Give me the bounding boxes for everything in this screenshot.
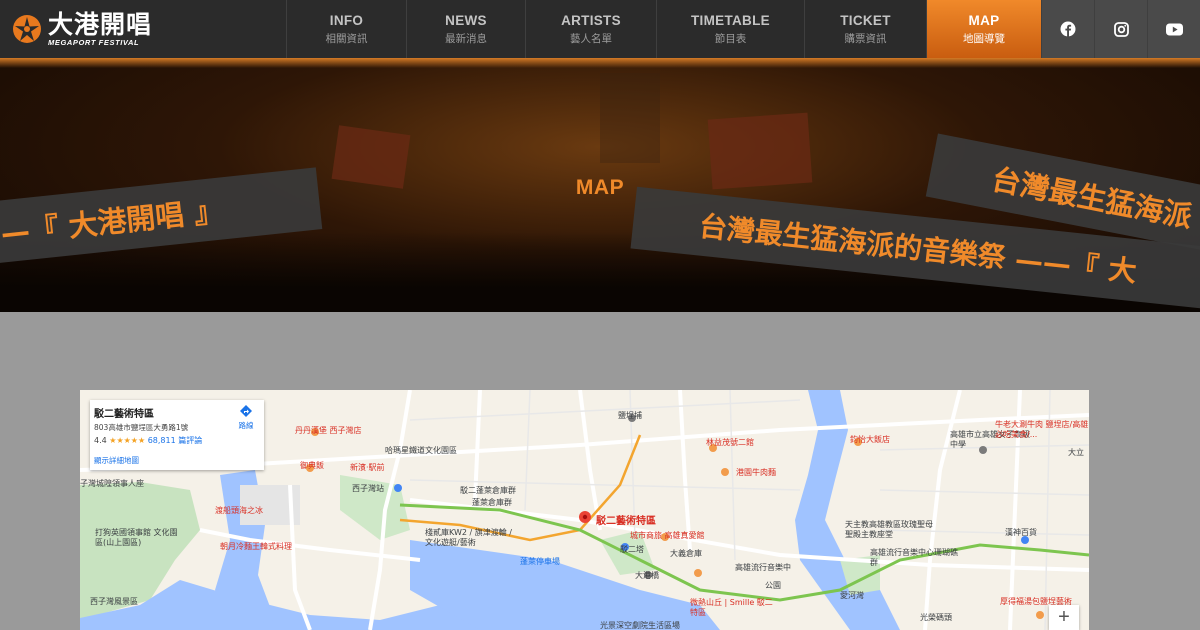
label-yancheng[interactable]: 鹽埕埔	[618, 410, 642, 421]
label-hamasen[interactable]: 哈瑪星鐵道文化園區	[385, 445, 457, 456]
view-larger-map-link[interactable]: 顯示詳細地圖	[94, 455, 139, 466]
label-sizihwan-park[interactable]: 西子灣風景區	[90, 596, 138, 607]
label-music-center[interactable]: 高雄流行音樂中心珊瑚礁群	[870, 548, 960, 569]
hero-banner: —『 大港開唱 』 台灣最生猛海派 台灣最生猛海派的音樂祭 ——『 大 MAP	[0, 58, 1200, 312]
label-dan[interactable]: 丹丹漢堡 西子灣店	[295, 425, 362, 436]
nav-map-label: MAP	[968, 12, 1000, 28]
label-xinbin[interactable]: 新濱·駅前	[350, 462, 385, 473]
nav-ticket-sublabel: 購票資訊	[844, 32, 887, 45]
label-guangrong[interactable]: 光榮碼頭	[920, 612, 952, 623]
label-weng[interactable]: 駁二蓬萊倉庫群	[460, 485, 516, 496]
nav-info[interactable]: INFO 相關資訊	[286, 0, 406, 58]
label-park[interactable]: 公園	[765, 580, 781, 591]
label-aihe[interactable]: 愛河灣	[840, 590, 864, 601]
place-rating: 4.4	[94, 436, 107, 445]
facebook-icon	[1060, 21, 1076, 37]
label-pier2-cafe[interactable]: 光景深空劇院生活區場	[600, 620, 680, 630]
label-dali[interactable]: 大立	[1068, 447, 1084, 458]
hero-top-glow	[0, 58, 1200, 68]
nav-news-sublabel: 最新消息	[445, 32, 487, 45]
label-linmaoshen[interactable]: 林益茂號二館	[706, 437, 754, 448]
nav-timetable[interactable]: TIMETABLE 節目表	[656, 0, 804, 58]
label-hanshin[interactable]: 漢神百貨	[1005, 527, 1037, 538]
google-map[interactable]: 駁二藝術特區 鹽埕埔 林益茂號二館 港園牛肉麵 蓬萊倉庫群 城市商旅 高雄真愛館…	[80, 390, 1089, 630]
instagram-icon	[1113, 21, 1129, 37]
zoom-in-button[interactable]: +	[1049, 605, 1079, 630]
label-kw2[interactable]: 棧貳庫KW2 / 旗津渡輪 / 文化遊艇/藝術	[425, 528, 521, 549]
nav-ticket-label: TICKET	[840, 12, 891, 28]
logo-star-icon	[13, 15, 41, 43]
nav-ticket[interactable]: TICKET 購票資訊	[804, 0, 926, 58]
label-zhaoyue[interactable]: 朝月冷麵王韓式料理	[220, 541, 292, 552]
label-sizihwan-peace[interactable]: 子灣城隍領事人座	[80, 478, 144, 489]
label-pier2[interactable]: 駁二藝術特區	[596, 512, 656, 527]
sizihwan-dot	[394, 484, 402, 492]
label-gaoxiong-music[interactable]: 高雄流行音樂中	[735, 562, 791, 573]
youtube-icon	[1165, 23, 1183, 35]
label-rosary[interactable]: 天主教高雄教區玫瑰聖母聖殿主教座堂	[845, 520, 937, 541]
nav-map[interactable]: MAP 地圖導覽	[926, 0, 1041, 58]
nav-artists-label: ARTISTS	[561, 12, 621, 28]
label-niu[interactable]: 牛老大涮牛肉 鹽埕店/高雄必吃美食/...	[995, 420, 1089, 441]
label-uk-consulate[interactable]: 打狗英國領事館 文化園區(山上園區)	[95, 528, 185, 549]
place-name: 駁二藝術特區	[94, 409, 154, 420]
nav-artists[interactable]: ARTISTS 藝人名單	[525, 0, 656, 58]
directions-label: 路線	[238, 421, 254, 430]
label-yufanshi[interactable]: 御典飯	[300, 460, 324, 471]
label-penglai-parking[interactable]: 蓬萊停車場	[520, 556, 560, 567]
stage-tower	[600, 73, 660, 163]
nav-info-label: INFO	[329, 12, 364, 28]
label-city-museum[interactable]: 城市商旅 高雄真愛館	[630, 530, 705, 541]
label-bozhi[interactable]: 渡船頭海之冰	[215, 505, 263, 516]
nav-artists-sublabel: 藝人名單	[570, 32, 612, 45]
nav-info-sublabel: 相關資訊	[325, 32, 368, 45]
place-address: 803高雄市鹽埕區大勇路1號	[94, 423, 189, 432]
buqu-dot	[1036, 611, 1044, 619]
top-navbar: 大港開唱 MEGAPORT FESTIVAL INFO 相關資訊 NEWS 最新…	[0, 0, 1200, 58]
directions-icon	[240, 405, 252, 417]
youtube-button[interactable]	[1147, 0, 1200, 58]
directions-button[interactable]: 路線	[232, 404, 260, 431]
nav-news[interactable]: NEWS 最新消息	[406, 0, 525, 58]
logo-name-en: MEGAPORT FESTIVAL	[48, 37, 140, 47]
nav-map-sublabel: 地圖導覽	[963, 32, 1005, 45]
label-dagang[interactable]: 大港橋	[635, 570, 659, 581]
nav-timetable-label: TIMETABLE	[691, 12, 770, 28]
label-gangchengniu[interactable]: 港園牛肉麵	[736, 467, 776, 478]
dayi-dot	[694, 569, 702, 577]
page-title: MAP	[575, 176, 625, 199]
label-penglai[interactable]: 蓬萊倉庫群	[472, 497, 512, 508]
facebook-button[interactable]	[1041, 0, 1094, 58]
place-info-card: 駁二藝術特區 803高雄市鹽埕區大勇路1號 4.4 ★★★★★ 68,811 篇…	[90, 400, 264, 470]
logo-name-zh: 大港開唱	[48, 9, 153, 39]
label-sizihwan[interactable]: 西子灣站	[352, 483, 384, 494]
nav-timetable-sublabel: 節目表	[714, 32, 747, 45]
rating-stars: ★★★★★	[109, 436, 146, 445]
reviews-link[interactable]: 68,811 篇評論	[148, 436, 203, 445]
site-logo[interactable]: 大港開唱 MEGAPORT FESTIVAL	[0, 0, 286, 58]
place-rating-row: 4.4 ★★★★★ 68,811 篇評論	[94, 435, 202, 446]
label-smile[interactable]: 微熱山丘 | Smille 駁二特區	[690, 598, 775, 619]
label-pier2-station[interactable]: 駁二塔	[620, 544, 644, 555]
nav-news-label: NEWS	[445, 12, 487, 28]
gangyuan-dot	[721, 468, 729, 476]
label-dayi[interactable]: 大義倉庫	[670, 548, 702, 559]
label-ambassador[interactable]: 鈞怡大飯店	[850, 434, 890, 445]
instagram-button[interactable]	[1094, 0, 1147, 58]
